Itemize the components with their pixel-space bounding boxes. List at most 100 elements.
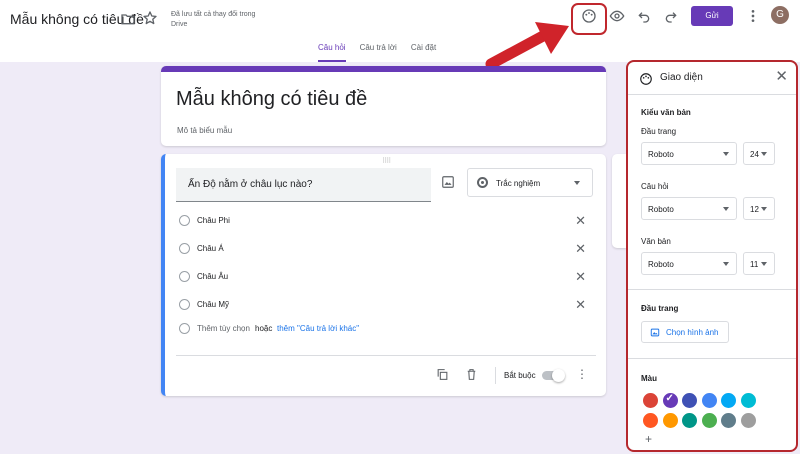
color-swatch[interactable] [721,393,736,408]
question-type-select[interactable]: Trắc nghiệm [467,168,593,197]
tab-bar: Câu hỏi Câu trả lời Cài đặt [318,43,436,62]
chevron-down-icon [574,181,580,185]
question-footer: Bắt buộc ⋮ [165,364,606,388]
form-header-card: Mẫu không có tiêu đề Mô tả biểu mẫu [161,66,606,146]
radio-button-icon [477,177,488,188]
required-toggle[interactable] [542,369,565,382]
remove-option-icon[interactable]: ✕ [575,297,586,313]
color-swatch[interactable] [721,413,736,428]
header-font-select[interactable]: Roboto [641,142,737,165]
color-swatch[interactable] [740,393,756,408]
form-description[interactable]: Mô tả biểu mẫu [177,126,232,135]
remove-option-icon[interactable]: ✕ [575,213,586,229]
color-swatch[interactable] [662,393,678,408]
required-label: Bắt buộc [504,371,536,380]
saved-status: Đã lưu tất cả thay đổi trong Drive [171,11,256,28]
more-vert-icon[interactable] [745,8,761,24]
send-button[interactable]: Gửi [691,6,733,26]
radio-circle [179,271,190,282]
header-size-select[interactable]: 24 [743,142,775,165]
divider [176,355,596,356]
option-text[interactable]: Châu Phi [197,216,230,225]
question-size-select[interactable]: 12 [743,197,775,220]
floating-toolbar [612,154,626,248]
option-text[interactable]: Châu Âu [197,272,228,281]
chevron-down-icon [761,262,767,266]
color-swatch[interactable] [643,393,658,408]
choose-image-label: Chọn hình ảnh [666,328,719,337]
option-text[interactable]: Châu Á [197,244,224,253]
body-font-select[interactable]: Roboto [641,252,737,275]
duplicate-icon[interactable] [436,368,449,381]
question-input[interactable]: Ấn Độ nằm ở châu lục nào? [176,168,431,202]
body-size-value: 11 [750,260,759,269]
radio-circle [179,215,190,226]
image-icon [650,328,660,337]
question-card: ⠿⠿ Ấn Độ nằm ở châu lục nào? Trắc nghiệm… [161,154,606,396]
add-option-row: Thêm tùy chọn hoặc thêm "Câu trả lời khá… [176,323,476,338]
header-font-label: Đầu trang [641,127,677,136]
chevron-down-icon [723,207,729,211]
tab-responses[interactable]: Câu trả lời [360,43,397,62]
theme-panel-header: Giao diện ✕ [628,62,796,95]
choose-image-button[interactable]: Chọn hình ảnh [641,321,729,343]
theme-panel-title: Giao diện [660,72,703,83]
question-type-label: Trắc nghiệm [496,179,541,188]
add-option-link[interactable]: Thêm tùy chọn [197,324,250,333]
chevron-down-icon [761,152,767,156]
form-title[interactable]: Mẫu không có tiêu đề [176,88,367,111]
annotation-arrow [485,22,569,70]
divider [628,289,796,290]
star-icon[interactable] [142,10,158,26]
radio-circle [179,243,190,254]
or-label: hoặc [255,324,273,333]
option-text[interactable]: Châu Mỹ [197,300,229,309]
divider [495,367,496,384]
image-icon[interactable] [441,175,455,189]
drag-handle[interactable]: ⠿⠿ [382,157,391,165]
palette-icon [640,73,652,85]
question-font-value: Roboto [648,205,674,214]
palette-icon[interactable] [581,8,597,24]
add-color-icon[interactable]: + [645,432,652,446]
theme-panel: Giao diện ✕ Kiểu văn bản Đầu trang Robot… [626,60,798,452]
option-row: Châu Á ✕ [176,241,586,257]
add-other-link[interactable]: thêm "Câu trả lời khác" [277,324,359,333]
chevron-down-icon [761,207,767,211]
header-font-value: Roboto [648,150,674,159]
close-icon[interactable]: ✕ [775,67,788,85]
color-swatch[interactable] [701,413,717,428]
color-swatch[interactable] [701,393,717,408]
preview-eye-icon[interactable] [609,8,625,24]
color-swatch[interactable] [682,413,697,428]
question-font-select[interactable]: Roboto [641,197,737,220]
chevron-down-icon [723,152,729,156]
remove-option-icon[interactable]: ✕ [575,269,586,285]
color-swatch[interactable] [740,413,756,428]
body-size-select[interactable]: 11 [743,252,775,275]
color-heading: Màu [641,374,657,383]
body-font-label: Văn bản [641,237,671,246]
color-swatch[interactable] [643,413,658,428]
avatar[interactable]: G [771,6,789,24]
chevron-down-icon [723,262,729,266]
question-size-value: 12 [750,205,759,214]
body-font-value: Roboto [648,260,674,269]
radio-circle [179,323,190,334]
delete-icon[interactable] [465,368,478,381]
option-row: Châu Mỹ ✕ [176,297,586,313]
tab-settings[interactable]: Cài đặt [411,43,436,62]
color-swatch[interactable] [682,393,697,408]
color-swatch[interactable] [662,413,678,428]
folder-icon[interactable] [120,11,136,27]
undo-icon[interactable] [636,8,652,24]
option-row: Châu Âu ✕ [176,269,586,285]
remove-option-icon[interactable]: ✕ [575,241,586,257]
radio-circle [179,299,190,310]
text-style-heading: Kiểu văn bản [641,108,691,117]
more-vert-icon[interactable]: ⋮ [576,367,588,381]
tab-questions[interactable]: Câu hỏi [318,43,346,62]
redo-icon[interactable] [663,8,679,24]
option-row: Châu Phi ✕ [176,213,586,229]
question-font-label: Câu hỏi [641,182,669,191]
